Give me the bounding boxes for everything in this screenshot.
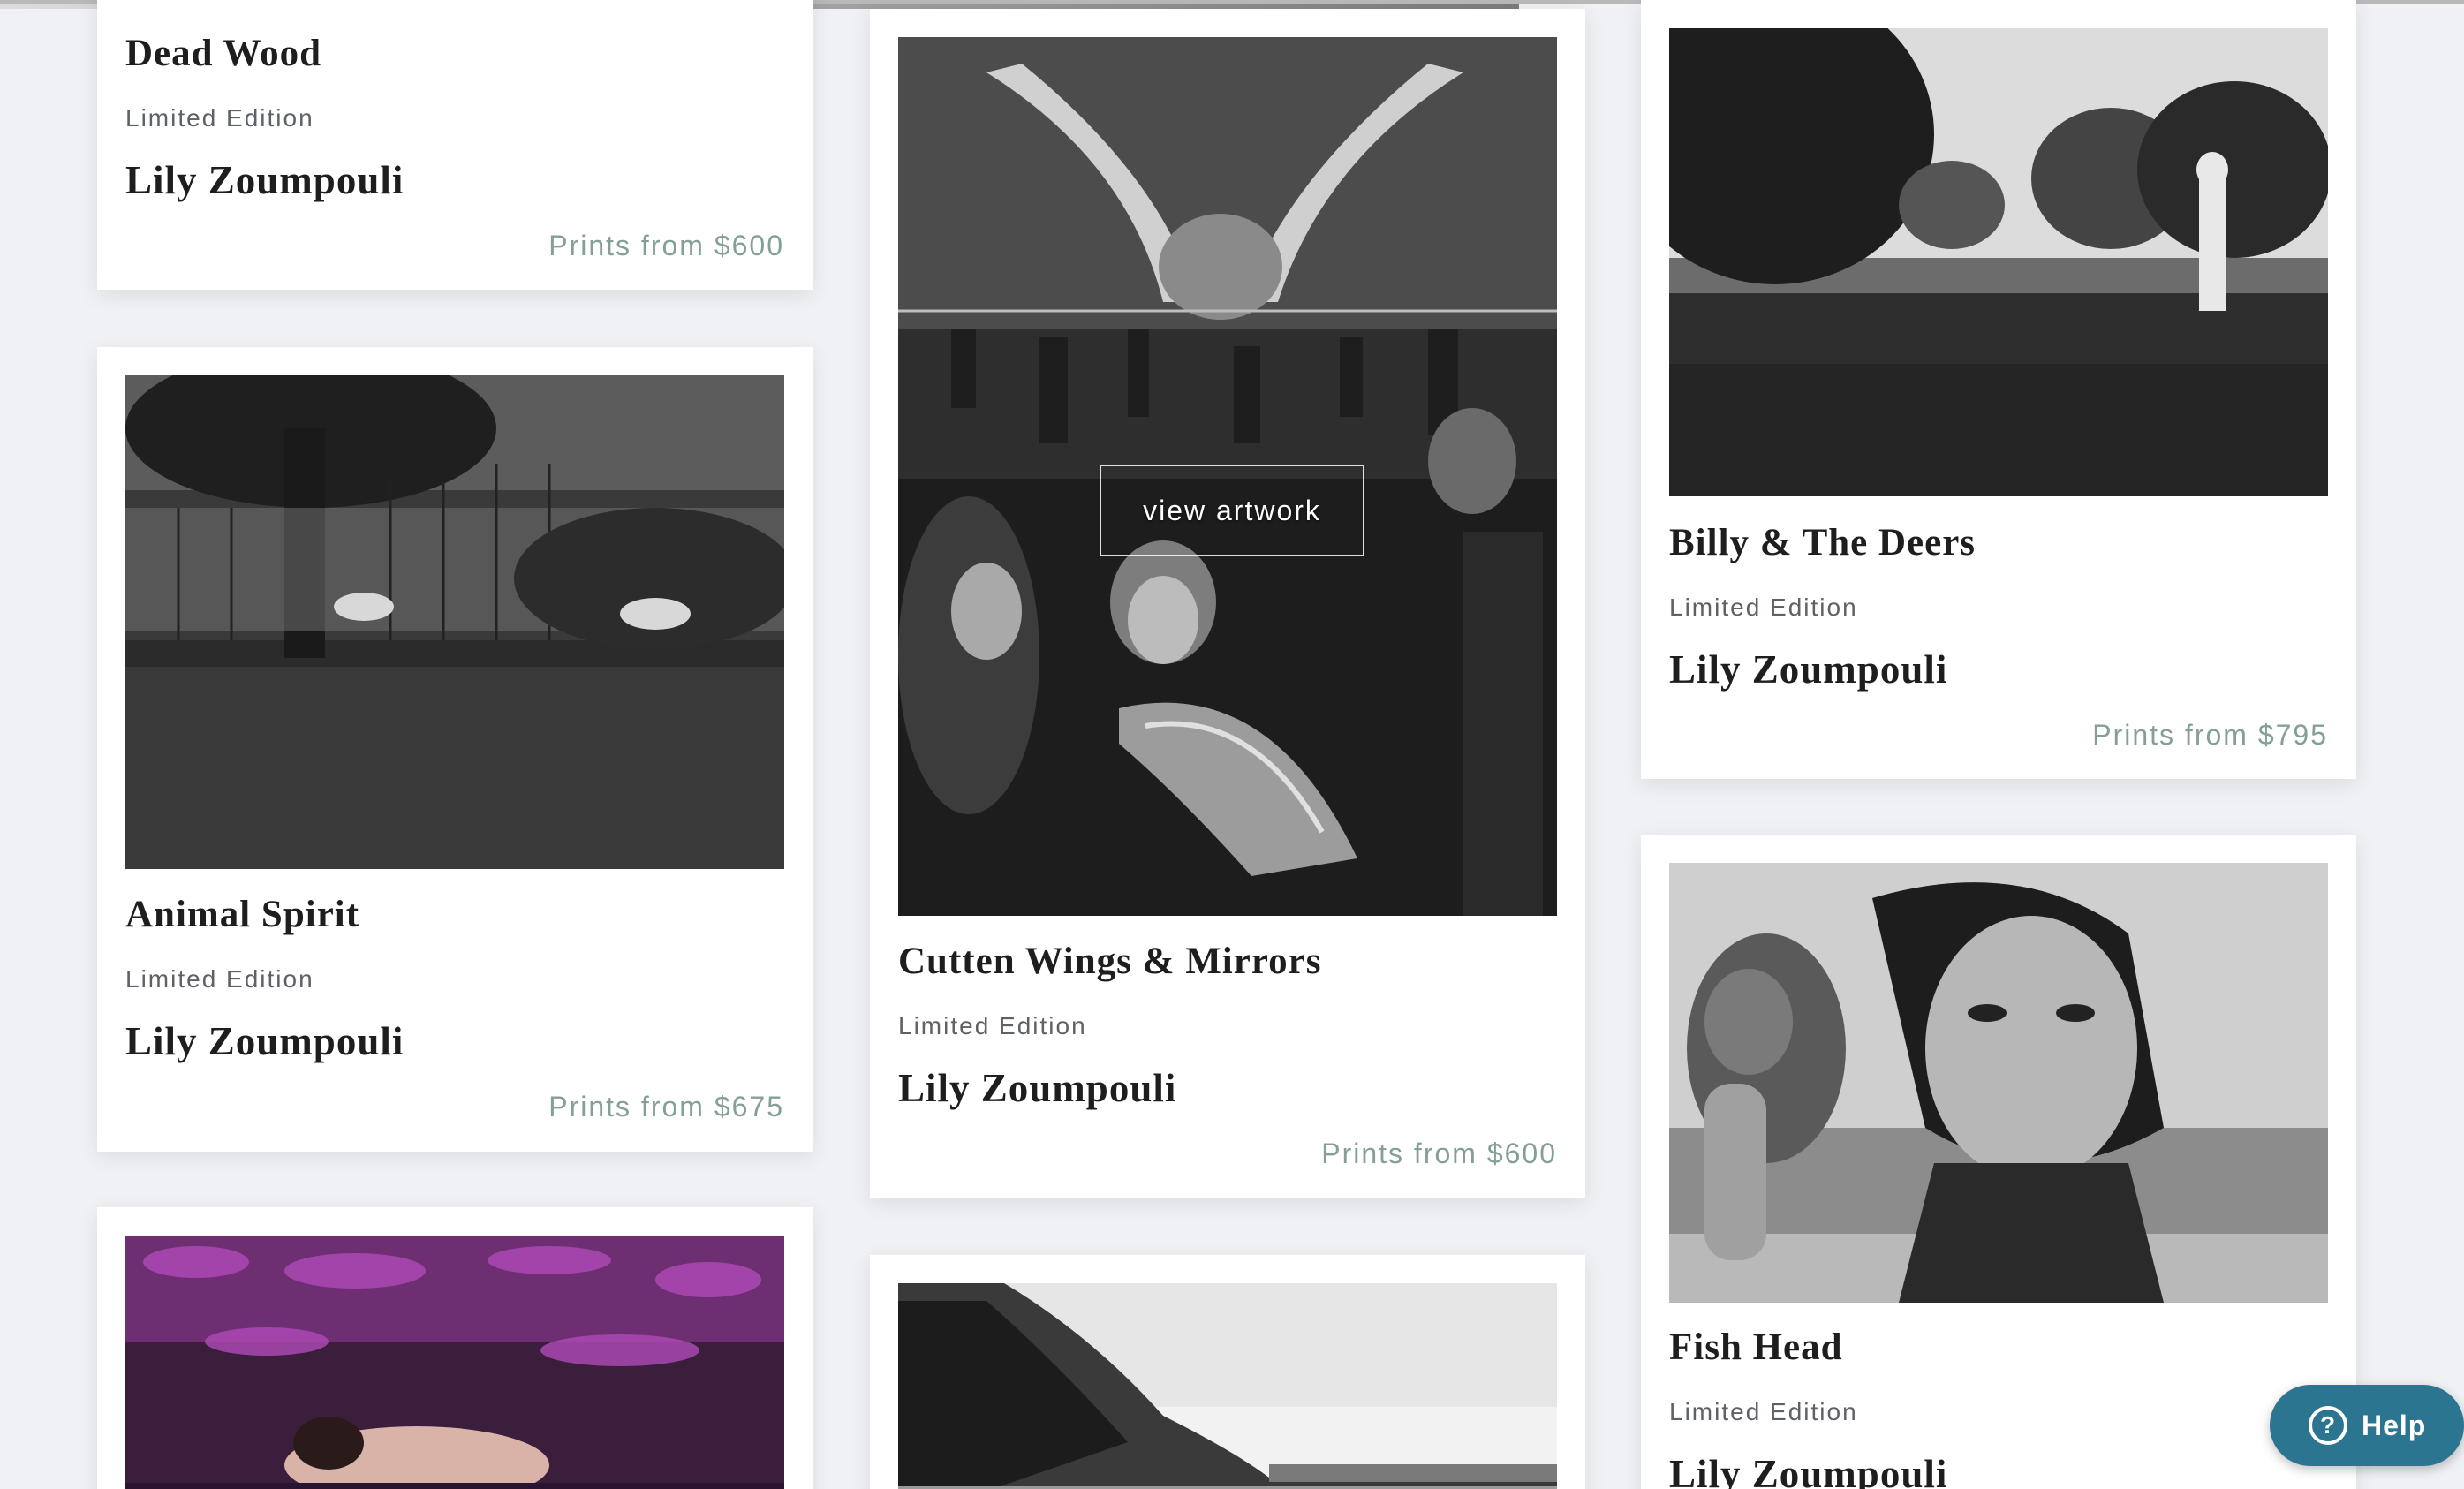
artwork-card-purple[interactable] (97, 1207, 813, 1489)
fish-head-photo (1669, 863, 2328, 1303)
price-label: Prints from $795 (2092, 719, 2328, 751)
price-label: Prints from $600 (548, 230, 784, 261)
edition-label: Limited Edition (125, 104, 314, 132)
artist-name[interactable]: Lily Zoumpouli (898, 1065, 1176, 1111)
artwork-card-cutten-wings[interactable]: view artwork Cutten Wings & Mirrors Limi… (870, 9, 1585, 1198)
artist-name[interactable]: Lily Zoumpouli (1669, 1451, 1947, 1489)
artwork-title[interactable]: Billy & The Deers (1669, 521, 1976, 564)
artwork-title[interactable]: Dead Wood (125, 32, 321, 75)
help-label: Help (2362, 1409, 2427, 1441)
artwork-title[interactable]: Animal Spirit (125, 893, 359, 936)
question-circle-icon: ? (2309, 1406, 2347, 1445)
artwork-image[interactable] (898, 1283, 1557, 1489)
purple-field-photo (125, 1236, 784, 1489)
artwork-card-fish-head[interactable]: Fish Head Limited Edition Lily Zoumpouli (1641, 835, 2356, 1489)
artwork-card-billy[interactable]: Billy & The Deers Limited Edition Lily Z… (1641, 0, 2356, 779)
artwork-image[interactable] (1669, 28, 2328, 496)
artist-name[interactable]: Lily Zoumpouli (125, 1018, 404, 1064)
artist-name[interactable]: Lily Zoumpouli (1669, 646, 1947, 692)
billy-deers-photo (1669, 28, 2328, 496)
artwork-image[interactable] (125, 375, 784, 869)
edition-label: Limited Edition (1669, 593, 1858, 621)
edition-label: Limited Edition (125, 965, 314, 993)
price-label: Prints from $675 (548, 1091, 784, 1122)
price-label: Prints from $600 (1321, 1138, 1557, 1169)
artwork-title[interactable]: Fish Head (1669, 1326, 1843, 1369)
artwork-card-coast[interactable] (870, 1255, 1585, 1489)
view-artwork-overlay[interactable]: view artwork (1100, 465, 1364, 556)
artist-name[interactable]: Lily Zoumpouli (125, 157, 404, 203)
artwork-title[interactable]: Cutten Wings & Mirrors (898, 940, 1321, 983)
artwork-image[interactable]: view artwork (898, 37, 1557, 916)
help-button[interactable]: ? Help (2270, 1385, 2464, 1466)
edition-label: Limited Edition (1669, 1398, 1858, 1425)
coast-photo (898, 1283, 1557, 1489)
artwork-card-dead-wood[interactable]: Dead Wood Limited Edition Lily Zoumpouli… (97, 0, 813, 290)
artwork-image[interactable] (125, 1236, 784, 1489)
animal-spirit-photo (125, 375, 784, 869)
edition-label: Limited Edition (898, 1012, 1087, 1039)
artwork-card-animal-spirit[interactable]: Animal Spirit Limited Edition Lily Zoump… (97, 347, 813, 1152)
artwork-image[interactable] (1669, 863, 2328, 1303)
